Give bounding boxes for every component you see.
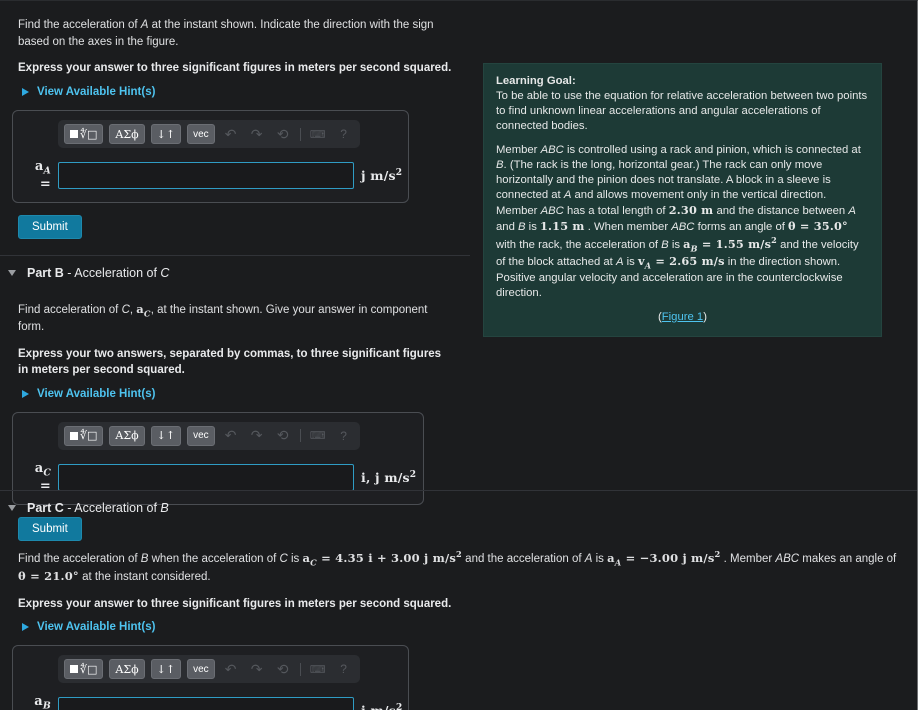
sort-arrows-button[interactable]: ↓↑ [150, 124, 182, 145]
part-a-hints-toggle[interactable]: View Available Hint(s) [22, 86, 452, 98]
part-a-submit-button[interactable]: Submit [18, 214, 82, 239]
part-c-question: Find the acceleration of B when the acce… [18, 549, 897, 584]
chevron-down-icon [8, 269, 16, 276]
part-c-hint-label: View Available Hint(s) [37, 621, 156, 634]
learning-goal-paragraph-2: Member ABC is controlled using a rack an… [496, 144, 861, 300]
learning-goal-paragraph-1: To be able to use the equation for relat… [496, 90, 868, 133]
toolbar-divider [299, 662, 301, 676]
part-b-hint-label: View Available Hint(s) [37, 387, 156, 400]
part-b-header[interactable]: Part B - Acceleration of C [0, 256, 470, 289]
help-icon[interactable]: ? [334, 662, 354, 676]
part-c-input-row: aB = i m/s2 [25, 694, 402, 710]
redo-icon[interactable]: ↷ [247, 126, 267, 143]
part-c-title: Part C - Acceleration of B [27, 501, 169, 515]
chevron-right-icon [22, 623, 29, 632]
vector-button[interactable]: vec [187, 425, 215, 446]
keyboard-icon[interactable]: ⌨ [308, 663, 328, 676]
chevron-right-icon [22, 389, 29, 398]
chevron-right-icon [22, 88, 29, 97]
part-c-answer-input[interactable] [58, 697, 354, 710]
undo-icon[interactable]: ↶ [221, 427, 241, 444]
part-c-units: i m/s2 [361, 703, 403, 710]
vector-button[interactable]: vec [187, 124, 215, 145]
part-a-instruction: Express your answer to three significant… [18, 62, 452, 75]
part-b-question: Find acceleration of C, aC, at the insta… [18, 301, 428, 333]
part-a-answer-area: ∜□ ΑΣϕ ↓↑ vec ↶ ↷ ⟲ ⌨ ? aA = j m/s2 Subm… [0, 98, 470, 239]
figure-link-wrapper: (Figure 1) [658, 311, 707, 324]
part-a-variable-label: aA = [34, 159, 51, 192]
toolbar-divider [299, 127, 301, 141]
part-c-variable-label: aB = [34, 694, 51, 710]
part-b-title: Part B - Acceleration of C [27, 265, 170, 280]
template-radical-button[interactable]: ∜□ [64, 659, 104, 680]
part-b-answer-input[interactable] [58, 463, 354, 491]
reset-icon[interactable]: ⟲ [273, 126, 293, 143]
part-a-units: j m/s2 [361, 167, 403, 183]
part-a-input-row: aA = j m/s2 [25, 159, 402, 192]
part-b-body: Find acceleration of C, aC, at the insta… [0, 289, 470, 400]
learning-goal-title: Learning Goal: [496, 75, 576, 87]
part-a-hint-label: View Available Hint(s) [37, 86, 156, 99]
part-b-variable-label: aC = [34, 460, 51, 494]
greek-symbols-button[interactable]: ΑΣϕ [109, 659, 145, 680]
part-a-question: Find the acceleration of A at the instan… [18, 19, 434, 48]
part-a-math-toolbar: ∜□ ΑΣϕ ↓↑ vec ↶ ↷ ⟲ ⌨ ? [58, 120, 360, 149]
part-a-answer-input[interactable] [58, 161, 354, 189]
part-c-instruction: Express your answer to three significant… [18, 597, 452, 610]
learning-goal-intro: Learning Goal: To be able to use the equ… [496, 74, 869, 134]
part-c-section: Part C - Acceleration of B Find the acce… [0, 490, 917, 710]
part-c-hints-toggle[interactable]: View Available Hint(s) [22, 621, 899, 633]
part-c-answer-area: ∜□ ΑΣϕ ↓↑ vec ↶ ↷ ⟲ ⌨ ? aB = i m/s2 [0, 633, 917, 710]
chevron-down-icon [8, 505, 16, 511]
reset-icon[interactable]: ⟲ [273, 661, 293, 678]
keyboard-icon[interactable]: ⌨ [308, 128, 328, 141]
part-c-answer-box: ∜□ ΑΣϕ ↓↑ vec ↶ ↷ ⟲ ⌨ ? aB = i m/s2 [12, 645, 409, 710]
undo-icon[interactable]: ↶ [221, 661, 241, 678]
template-radical-button[interactable]: ∜□ [64, 425, 104, 446]
keyboard-icon[interactable]: ⌨ [308, 429, 328, 442]
part-c-header[interactable]: Part C - Acceleration of B [0, 491, 917, 524]
reset-icon[interactable]: ⟲ [273, 427, 293, 444]
figure-1-link[interactable]: Figure 1 [662, 311, 703, 323]
undo-icon[interactable]: ↶ [221, 126, 241, 143]
part-b-units: i, j m/s2 [361, 469, 417, 485]
help-icon[interactable]: ? [334, 127, 354, 141]
sort-arrows-button[interactable]: ↓↑ [150, 659, 182, 680]
part-a-section: Find the acceleration of A at the instan… [0, 1, 470, 98]
toolbar-divider [299, 429, 301, 443]
vector-button[interactable]: vec [187, 659, 215, 680]
part-b-instruction: Express your two answers, separated by c… [18, 347, 442, 377]
left-column: Find the acceleration of A at the instan… [0, 1, 470, 541]
redo-icon[interactable]: ↷ [247, 427, 267, 444]
greek-symbols-button[interactable]: ΑΣϕ [109, 124, 145, 145]
part-b-section: Part B - Acceleration of C [0, 254, 470, 289]
part-b-hints-toggle[interactable]: View Available Hint(s) [22, 388, 452, 400]
help-icon[interactable]: ? [334, 429, 354, 443]
problem-page: Find the acceleration of A at the instan… [0, 1, 917, 710]
redo-icon[interactable]: ↷ [247, 661, 267, 678]
template-radical-button[interactable]: ∜□ [64, 124, 104, 145]
part-a-answer-box: ∜□ ΑΣϕ ↓↑ vec ↶ ↷ ⟲ ⌨ ? aA = j m/s2 [12, 110, 409, 203]
part-c-body: Find the acceleration of B when the acce… [0, 524, 917, 633]
learning-goal-panel: Learning Goal: To be able to use the equ… [483, 63, 882, 338]
part-c-math-toolbar: ∜□ ΑΣϕ ↓↑ vec ↶ ↷ ⟲ ⌨ ? [58, 655, 360, 684]
part-b-math-toolbar: ∜□ ΑΣϕ ↓↑ vec ↶ ↷ ⟲ ⌨ ? [58, 421, 360, 450]
sort-arrows-button[interactable]: ↓↑ [150, 425, 182, 446]
greek-symbols-button[interactable]: ΑΣϕ [109, 425, 145, 446]
part-b-input-row: aC = i, j m/s2 [25, 460, 416, 494]
